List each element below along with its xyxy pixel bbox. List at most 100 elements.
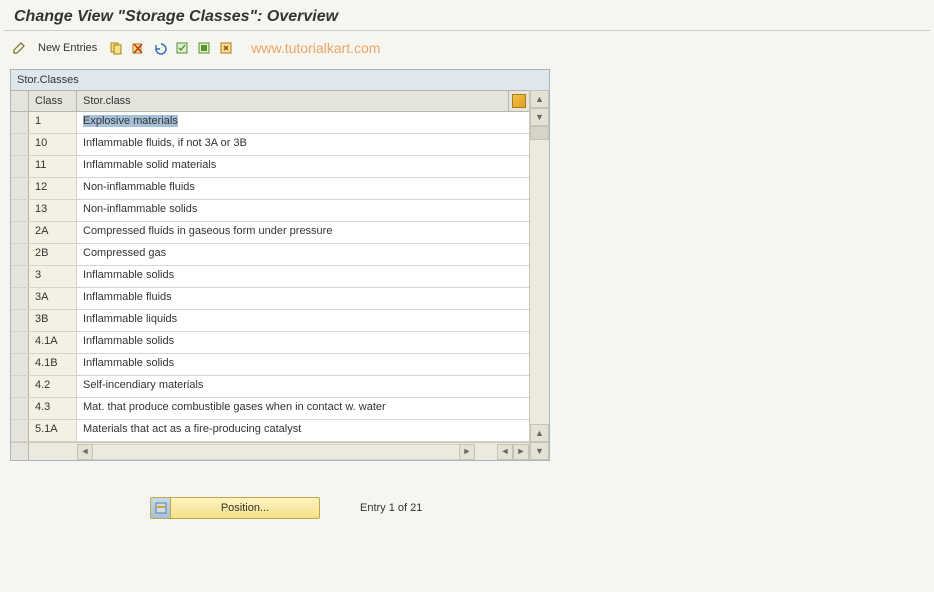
row-handle-header — [11, 91, 29, 111]
cell-desc-text: Mat. that produce combustible gases when… — [83, 401, 386, 413]
table-row[interactable]: 2B Compressed gas — [11, 244, 529, 266]
table-row[interactable]: 5.1A Materials that act as a fire-produci… — [11, 420, 529, 442]
cell-class[interactable]: 11 — [29, 156, 77, 177]
cell-desc[interactable]: Inflammable solid materials — [77, 156, 509, 177]
scroll-right-button-2[interactable]: ► — [513, 444, 529, 460]
select-all-icon[interactable] — [173, 39, 191, 57]
cell-desc-text: Compressed gas — [83, 247, 166, 259]
row-handle[interactable] — [11, 266, 29, 287]
cell-desc[interactable]: Mat. that produce combustible gases when… — [77, 398, 509, 419]
cell-class[interactable]: 1 — [29, 112, 77, 133]
row-handle[interactable] — [11, 156, 29, 177]
undo-change-icon[interactable] — [151, 39, 169, 57]
toggle-change-icon[interactable] — [10, 39, 28, 57]
column-header-desc[interactable]: Stor.class — [77, 91, 509, 111]
cell-class[interactable]: 12 — [29, 178, 77, 199]
table-row[interactable]: 3B Inflammable liquids — [11, 310, 529, 332]
table-row[interactable]: 2ACompressed fluids in gaseous form unde… — [11, 222, 529, 244]
cell-class[interactable]: 5.1A — [29, 420, 77, 441]
row-handle[interactable] — [11, 134, 29, 155]
cell-desc[interactable]: Inflammable fluids, if not 3A or 3B — [77, 134, 509, 155]
row-handle[interactable] — [11, 420, 29, 441]
row-handle[interactable] — [11, 332, 29, 353]
row-handle[interactable] — [11, 112, 29, 133]
deselect-all-icon[interactable] — [217, 39, 235, 57]
position-button[interactable]: Position... — [150, 497, 320, 519]
row-handle[interactable] — [11, 178, 29, 199]
cell-class[interactable]: 4.3 — [29, 398, 77, 419]
cell-class[interactable]: 13 — [29, 200, 77, 221]
table-panel: Stor.Classes Class Stor.class 1Explosive… — [10, 69, 550, 461]
cell-class[interactable]: 3A — [29, 288, 77, 309]
row-pad — [509, 332, 529, 353]
cell-class[interactable]: 4.1B — [29, 354, 77, 375]
table-row[interactable]: 11 Inflammable solid materials — [11, 156, 529, 178]
scroll-down-step-button[interactable]: ▼ — [530, 108, 549, 126]
cell-desc[interactable]: Materials that act as a fire-producing c… — [77, 420, 509, 441]
cell-desc[interactable]: Inflammable solids — [77, 332, 509, 353]
cell-desc-text: Inflammable liquids — [83, 313, 177, 325]
scroll-up-button[interactable]: ▲ — [530, 90, 549, 108]
row-pad — [509, 244, 529, 265]
table-row[interactable]: 4.2Self-incendiary materials — [11, 376, 529, 398]
row-pad — [509, 376, 529, 397]
column-header-class[interactable]: Class — [29, 91, 77, 111]
cell-class[interactable]: 2A — [29, 222, 77, 243]
row-handle[interactable] — [11, 398, 29, 419]
cell-desc[interactable]: Inflammable fluids — [77, 288, 509, 309]
copy-as-icon[interactable] — [107, 39, 125, 57]
table-row[interactable]: 3Inflammable solids — [11, 266, 529, 288]
scroll-left-button[interactable]: ◄ — [77, 444, 93, 460]
scroll-up-step-button[interactable]: ▲ — [530, 424, 549, 442]
cell-class[interactable]: 4.1A — [29, 332, 77, 353]
cell-class[interactable]: 10 — [29, 134, 77, 155]
table-row[interactable]: 4.3 Mat. that produce combustible gases w… — [11, 398, 529, 420]
scroll-down-button[interactable]: ▼ — [530, 442, 549, 460]
cell-class[interactable]: 3 — [29, 266, 77, 287]
page-title: Change View "Storage Classes": Overview — [0, 0, 934, 30]
row-pad — [509, 398, 529, 419]
cell-desc[interactable]: Inflammable liquids — [77, 310, 509, 331]
vscroll-thumb[interactable] — [530, 126, 549, 140]
cell-desc[interactable]: Inflammable solids — [77, 354, 509, 375]
cell-desc[interactable]: Compressed fluids in gaseous form under … — [77, 222, 509, 243]
cell-desc[interactable]: Compressed gas — [77, 244, 509, 265]
table-row[interactable]: 12Non-inflammable fluids — [11, 178, 529, 200]
cell-desc[interactable]: Non-inflammable fluids — [77, 178, 509, 199]
row-pad — [509, 156, 529, 177]
row-handle[interactable] — [11, 354, 29, 375]
row-handle[interactable] — [11, 376, 29, 397]
delete-icon[interactable] — [129, 39, 147, 57]
vertical-scrollbar[interactable]: ▲ ▼ ▲ ▼ — [529, 90, 549, 460]
table-row[interactable]: 10Inflammable fluids, if not 3A or 3B — [11, 134, 529, 156]
new-entries-button[interactable]: New Entries — [32, 40, 103, 56]
table-row[interactable]: 13Non-inflammable solids — [11, 200, 529, 222]
scroll-left-button-2[interactable]: ◄ — [497, 444, 513, 460]
cell-class[interactable]: 3B — [29, 310, 77, 331]
cell-desc[interactable]: Non-inflammable solids — [77, 200, 509, 221]
select-block-icon[interactable] — [195, 39, 213, 57]
row-handle[interactable] — [11, 288, 29, 309]
cell-class[interactable]: 4.2 — [29, 376, 77, 397]
table-config-button[interactable] — [509, 91, 529, 111]
cell-desc-text: Materials that act as a fire-producing c… — [83, 423, 301, 435]
row-handle[interactable] — [11, 200, 29, 221]
row-handle[interactable] — [11, 310, 29, 331]
cell-desc[interactable]: Explosive materials — [77, 112, 509, 133]
cell-desc[interactable]: Self-incendiary materials — [77, 376, 509, 397]
table-row[interactable]: 1Explosive materials — [11, 112, 529, 134]
horizontal-scrollbar[interactable]: ◄ ► ◄ ► — [11, 442, 529, 460]
table-row[interactable]: 4.1AInflammable solids — [11, 332, 529, 354]
cell-desc-text: Inflammable fluids — [83, 291, 172, 303]
hscroll-track[interactable] — [93, 444, 459, 460]
cell-class[interactable]: 2B — [29, 244, 77, 265]
row-pad — [509, 420, 529, 441]
row-handle[interactable] — [11, 244, 29, 265]
row-handle[interactable] — [11, 222, 29, 243]
cell-desc[interactable]: Inflammable solids — [77, 266, 509, 287]
table-row[interactable]: 3A Inflammable fluids — [11, 288, 529, 310]
vscroll-track[interactable] — [530, 140, 549, 424]
table-row[interactable]: 4.1BInflammable solids — [11, 354, 529, 376]
cell-desc-text: Inflammable solid materials — [83, 159, 216, 171]
scroll-right-button[interactable]: ► — [459, 444, 475, 460]
